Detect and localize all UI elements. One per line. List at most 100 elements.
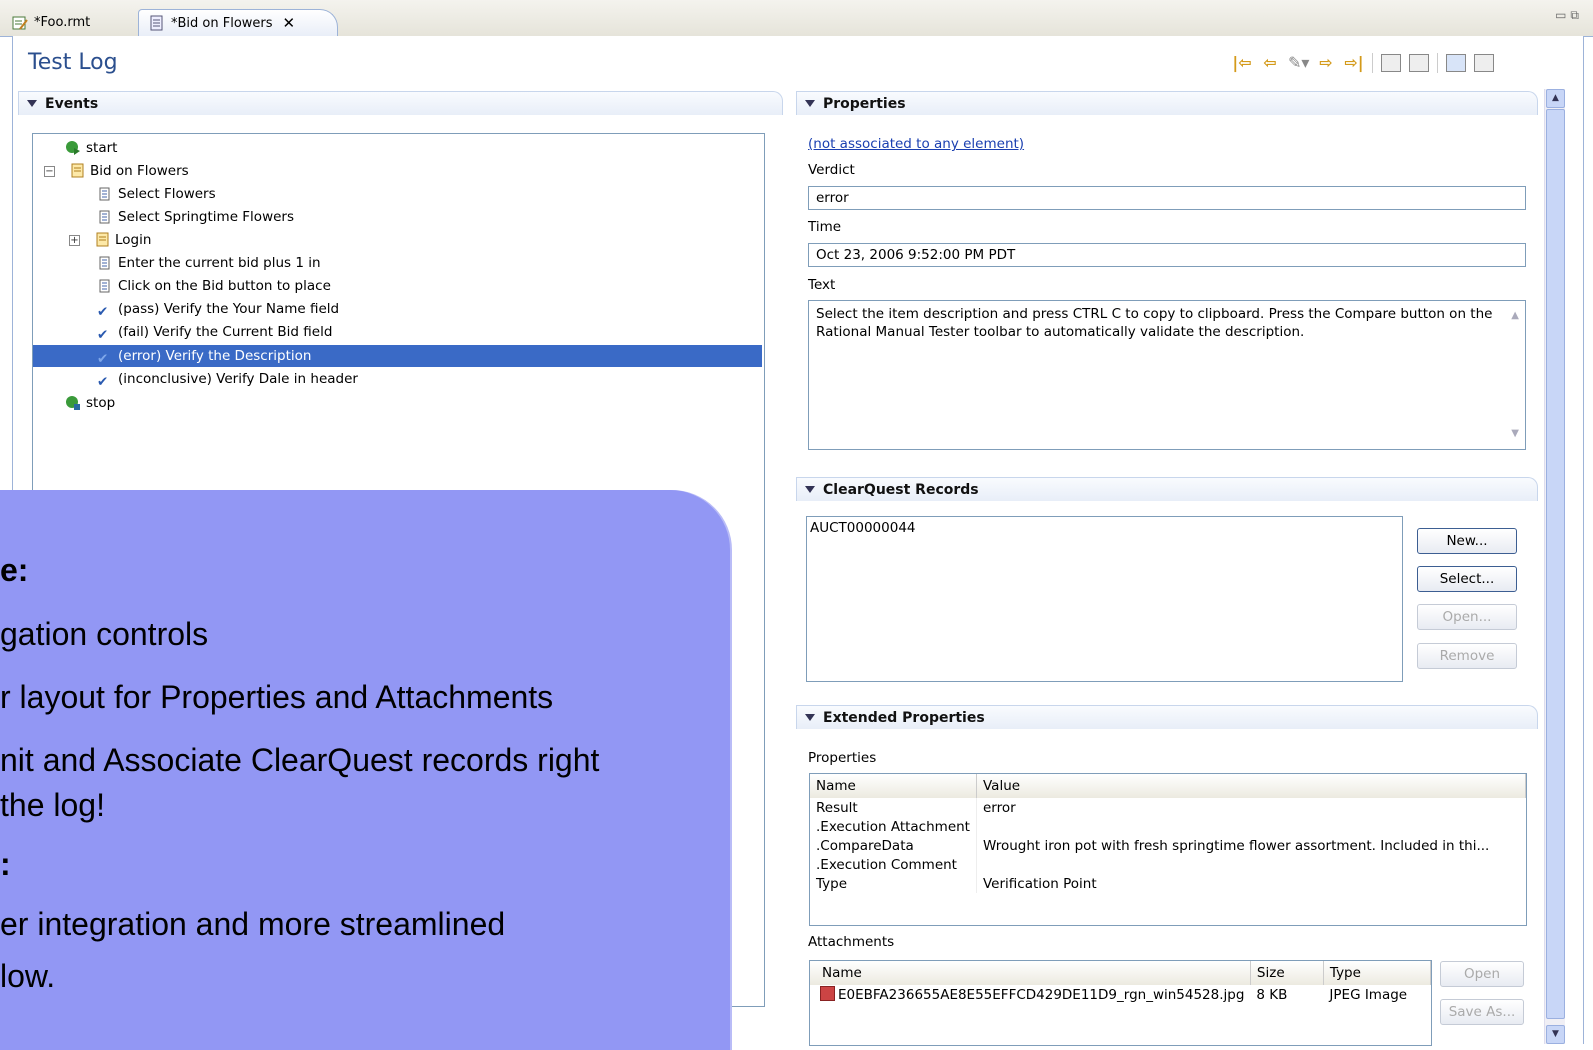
- callout-line: gation controls: [0, 616, 209, 652]
- tree-item-select-springtime-flowers[interactable]: Select Springtime Flowers: [97, 206, 294, 228]
- tree-item-label: (pass) Verify the Your Name field: [118, 301, 340, 317]
- events-section-header[interactable]: Events: [18, 91, 783, 115]
- clearquest-section-header[interactable]: ClearQuest Records: [796, 477, 1538, 501]
- time-field[interactable]: Oct 23, 2006 9:52:00 PM PDT: [808, 243, 1526, 267]
- clearquest-records-list[interactable]: AUCT00000044: [806, 516, 1403, 682]
- attachments-table[interactable]: Name Size Type E0EBFA236655AE8E55EFFCD42…: [809, 960, 1432, 1046]
- check-icon: ✔: [97, 351, 109, 367]
- table-row[interactable]: Result error: [810, 798, 1526, 817]
- tree-item-login[interactable]: Login: [94, 229, 151, 251]
- tree-item-label: start: [86, 140, 118, 156]
- open-record-button[interactable]: Open...: [1417, 604, 1517, 630]
- select-record-button[interactable]: Select...: [1417, 566, 1517, 592]
- next-event-icon[interactable]: ⇨: [1316, 53, 1336, 73]
- table-row[interactable]: .Execution Attachment: [810, 817, 1526, 836]
- extended-properties-table[interactable]: Name Value Result error .Execution Attach…: [809, 773, 1527, 926]
- collapse-all-icon[interactable]: [1381, 54, 1401, 72]
- column-header-value[interactable]: Value: [976, 774, 1526, 798]
- first-event-icon[interactable]: |⇦: [1232, 53, 1252, 73]
- tab-foo-rmt[interactable]: *Foo.rmt: [12, 9, 130, 36]
- expand-icon[interactable]: +: [69, 235, 80, 246]
- collapse-icon[interactable]: −: [44, 166, 55, 177]
- cell-name: .CompareData: [810, 836, 977, 855]
- step-icon: [97, 278, 113, 294]
- save-as-attachment-button[interactable]: Save As...: [1440, 999, 1524, 1025]
- horizontal-layout-icon[interactable]: [1446, 54, 1466, 72]
- callout-line: nit and Associate ClearQuest records rig…: [0, 742, 600, 778]
- step-icon: [97, 186, 113, 202]
- scrollbar-thumb[interactable]: [1546, 109, 1565, 1019]
- text-area[interactable]: Select the item description and press CT…: [808, 300, 1526, 450]
- tab-bid-on-flowers[interactable]: *Bid on Flowers ✕: [138, 9, 338, 36]
- callout-line: e:: [0, 552, 29, 588]
- close-icon[interactable]: ✕: [283, 14, 296, 32]
- restore-icon[interactable]: ⧉: [1570, 8, 1583, 22]
- filter-verdict-icon[interactable]: ✎▾: [1288, 53, 1309, 73]
- tree-item-label: Click on the Bid button to place: [118, 278, 331, 294]
- verdict-label: Verdict: [808, 162, 855, 178]
- element-association-link[interactable]: (not associated to any element): [808, 136, 1024, 152]
- new-record-button[interactable]: New...: [1417, 528, 1517, 554]
- attachments-label: Attachments: [808, 934, 895, 950]
- collapse-triangle-icon[interactable]: [27, 100, 37, 107]
- collapse-triangle-icon[interactable]: [805, 486, 815, 493]
- cell-type: JPEG Image: [1329, 986, 1408, 1003]
- table-row[interactable]: Type Verification Point: [810, 874, 1526, 893]
- remove-record-button[interactable]: Remove: [1417, 643, 1517, 669]
- cell-value: [976, 855, 1525, 874]
- cell-name: .Execution Comment: [810, 855, 977, 874]
- collapse-triangle-icon[interactable]: [805, 714, 815, 721]
- properties-section-header[interactable]: Properties: [796, 91, 1538, 115]
- table-header-row: Name Size Type: [810, 961, 1431, 985]
- table-row[interactable]: E0EBFA236655AE8E55EFFCD429DE11D9_rgn_win…: [810, 985, 1431, 1004]
- verdict-field[interactable]: error: [808, 186, 1526, 210]
- column-header-type[interactable]: Type: [1323, 961, 1431, 985]
- list-item[interactable]: AUCT00000044: [810, 520, 1399, 536]
- window-controls[interactable]: ▭⧉: [1555, 8, 1583, 23]
- table-header-row: Name Value: [810, 774, 1526, 798]
- minimize-icon[interactable]: ▭: [1555, 8, 1570, 22]
- tree-item-start[interactable]: start: [65, 137, 117, 159]
- start-icon: [65, 140, 81, 156]
- tree-item-bid-on-flowers[interactable]: Bid on Flowers: [69, 160, 189, 182]
- scroll-down-icon[interactable]: ▼: [1511, 425, 1519, 443]
- cell-value: error: [982, 799, 1016, 816]
- text-line: Select the item description and press CT…: [816, 306, 1493, 322]
- cell-name: Result: [810, 798, 977, 817]
- cell-value: [976, 817, 1525, 836]
- previous-event-icon[interactable]: ⇦: [1260, 53, 1280, 73]
- expand-all-icon[interactable]: [1409, 54, 1429, 72]
- extended-properties-section-header[interactable]: Extended Properties: [796, 705, 1538, 729]
- tree-item-select-flowers[interactable]: Select Flowers: [97, 183, 216, 205]
- navigation-toolbar: |⇦ ⇦ ✎▾ ⇨ ⇨|: [1232, 53, 1494, 73]
- column-header-name[interactable]: Name: [810, 774, 977, 798]
- column-header-size[interactable]: Size: [1250, 961, 1324, 985]
- vertical-scrollbar[interactable]: ▲ ▼: [1544, 89, 1565, 1044]
- tree-item-enter-bid[interactable]: Enter the current bid plus 1 in: [97, 252, 321, 274]
- text-line: Rational Manual Tester toolbar to automa…: [816, 324, 1305, 340]
- vertical-layout-icon[interactable]: [1474, 54, 1494, 72]
- tree-item-verify-bid[interactable]: ✔ (fail) Verify the Current Bid field: [97, 321, 332, 343]
- tree-item-verify-name[interactable]: ✔ (pass) Verify the Your Name field: [97, 298, 339, 320]
- table-row[interactable]: .CompareData Wrought iron pot with fresh …: [810, 836, 1526, 855]
- tree-item-verify-description[interactable]: ✔ (error) Verify the Description: [33, 345, 762, 367]
- script-edit-icon: [12, 15, 28, 31]
- column-header-name[interactable]: Name: [810, 961, 1251, 985]
- tree-item-click-bid[interactable]: Click on the Bid button to place: [97, 275, 331, 297]
- collapse-triangle-icon[interactable]: [805, 100, 815, 107]
- scroll-down-icon[interactable]: ▼: [1546, 1025, 1565, 1044]
- table-row[interactable]: .Execution Comment: [810, 855, 1526, 874]
- open-attachment-button[interactable]: Open: [1440, 961, 1524, 987]
- step-icon: [97, 209, 113, 225]
- tree-item-verify-dale[interactable]: ✔ (inconclusive) Verify Dale in header: [97, 368, 358, 390]
- tab-label: *Foo.rmt: [34, 15, 91, 30]
- page-title: Test Log: [28, 50, 118, 75]
- last-event-icon[interactable]: ⇨|: [1344, 53, 1364, 73]
- section-title: Events: [45, 95, 99, 112]
- scroll-up-icon[interactable]: ▲: [1546, 89, 1565, 108]
- properties-label: Properties: [808, 750, 877, 766]
- callout-line: er integration and more streamlined: [0, 906, 506, 942]
- scroll-up-icon[interactable]: ▲: [1511, 307, 1519, 325]
- tree-item-stop[interactable]: stop: [65, 392, 115, 414]
- callout-line: :: [0, 846, 11, 882]
